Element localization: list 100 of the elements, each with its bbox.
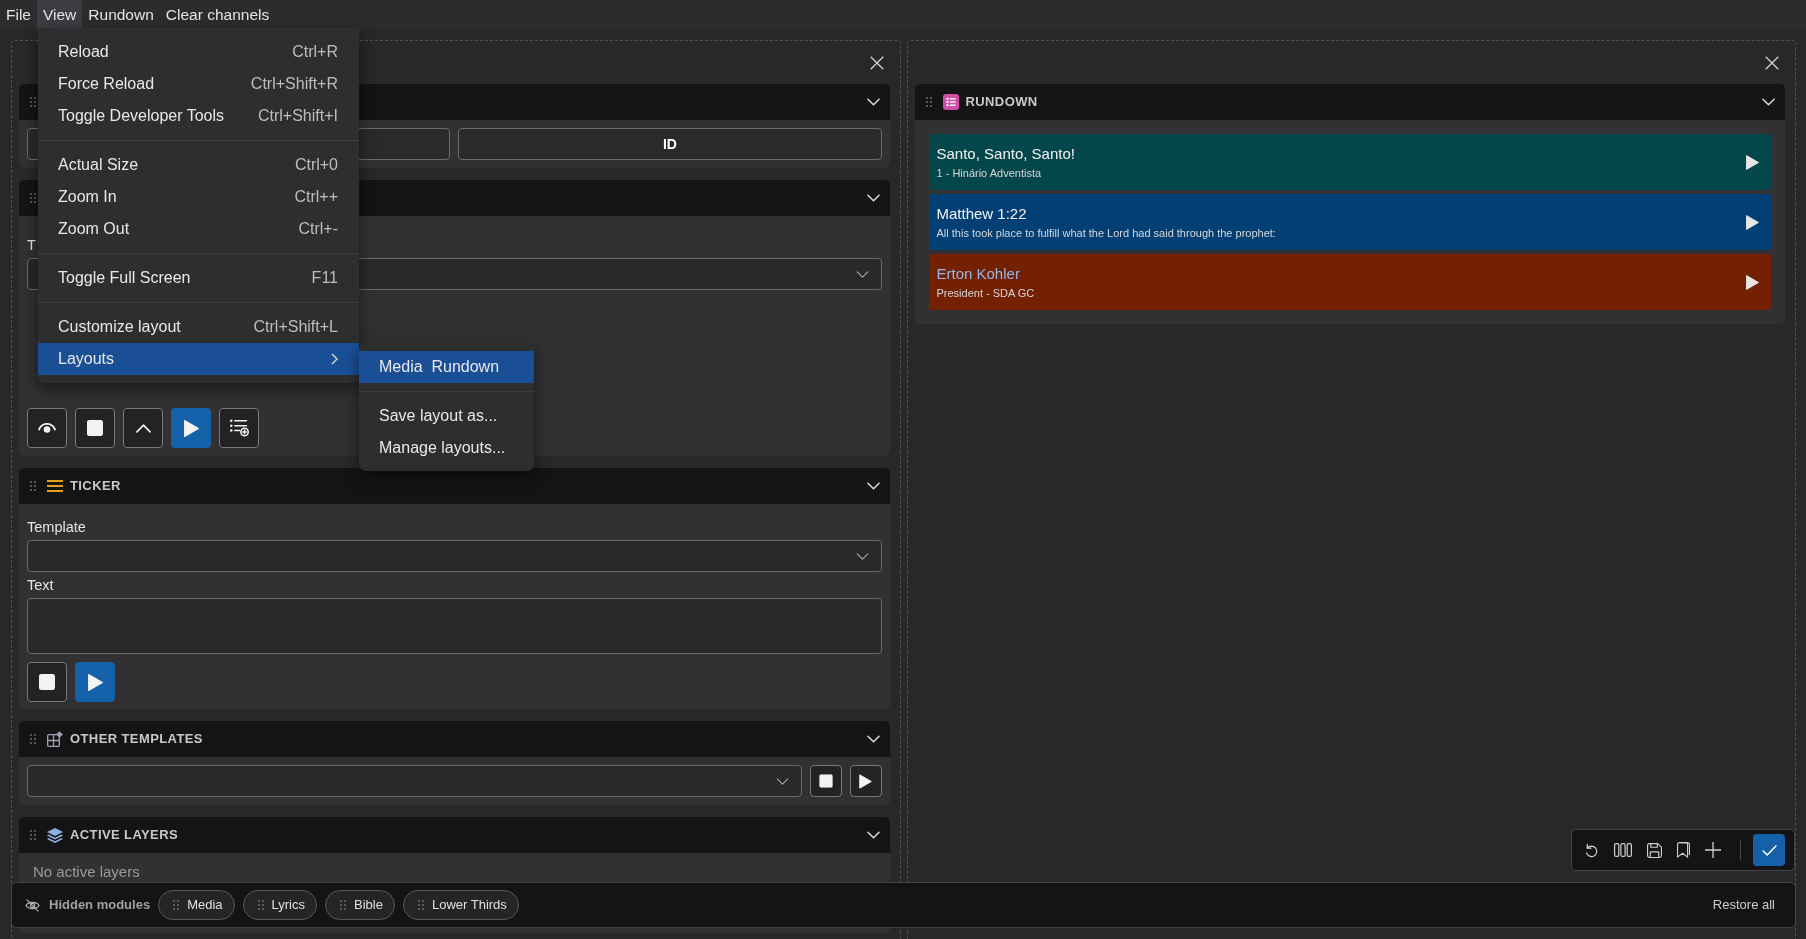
- item-subtitle: All this took place to fulfill what the Lord had said through the prophet:: [936, 226, 1277, 240]
- menu-item[interactable]: Media Rundown: [359, 351, 534, 383]
- menu-bar-item[interactable]: File: [0, 0, 37, 29]
- confirm-button[interactable]: [1753, 834, 1785, 866]
- drag-handle-icon[interactable]: [30, 481, 36, 491]
- shortcut-text: Ctrl++: [293, 187, 338, 207]
- menu-item[interactable]: Force Reload Ctrl+Shift+R: [38, 68, 359, 100]
- module-chip[interactable]: Lyrics: [242, 890, 317, 920]
- module-chip[interactable]: Media: [158, 890, 235, 920]
- module-chip[interactable]: Bible: [325, 890, 395, 920]
- chevron-down-icon[interactable]: [866, 194, 880, 202]
- chevron-down-icon[interactable]: [866, 98, 880, 106]
- shortcut-text: Ctrl+0: [293, 155, 338, 175]
- list-plus-icon: [229, 419, 249, 437]
- dropdown-chevron-icon: [775, 777, 789, 785]
- shortcut-text: Ctrl+R: [291, 42, 338, 62]
- play-icon[interactable]: [1746, 154, 1759, 170]
- close-icon[interactable]: [869, 55, 884, 70]
- check-icon: [1761, 844, 1777, 856]
- stop-icon: [818, 774, 833, 788]
- play-button[interactable]: [849, 765, 882, 797]
- shortcut-text: Ctrl+Shift+I: [256, 106, 338, 126]
- stop-button[interactable]: [809, 765, 842, 797]
- menu-item[interactable]: Toggle Full Screen F11: [38, 262, 359, 294]
- drag-handle-icon[interactable]: [257, 900, 264, 910]
- chevron-up-icon: [135, 423, 151, 433]
- stop-icon: [39, 674, 55, 690]
- eye-icon: [38, 423, 56, 433]
- menu-item[interactable]: Customize layout Ctrl+Shift+L: [38, 311, 359, 343]
- empty-message: No active layers: [32, 863, 141, 881]
- menu-bar-item[interactable]: Clear channels: [159, 0, 276, 29]
- menu-item[interactable]: Layouts: [38, 343, 359, 375]
- shortcut-text: Ctrl+-: [297, 219, 338, 239]
- item-title: Matthew 1:22: [936, 204, 1028, 223]
- drag-handle-icon[interactable]: [925, 97, 932, 107]
- eye-slash-icon: [25, 898, 40, 912]
- chevron-right-icon: [331, 353, 338, 365]
- play-icon[interactable]: [1746, 274, 1759, 290]
- drag-handle-icon[interactable]: [30, 830, 36, 840]
- stop-button[interactable]: [75, 408, 115, 448]
- field-label: Template: [27, 518, 86, 536]
- chevron-down-icon[interactable]: [866, 831, 880, 839]
- rundown-item[interactable]: Matthew 1:22 All this took place to fulfill what the Lord had said through the prophet:: [928, 194, 1771, 250]
- dropdown-chevron-icon: [855, 270, 869, 278]
- rundown-item[interactable]: Erton Kohler President - SDA GC: [928, 254, 1771, 310]
- menu-bar-item[interactable]: Rundown: [82, 0, 160, 29]
- template-select[interactable]: [27, 540, 882, 572]
- drag-handle-icon[interactable]: [417, 900, 424, 910]
- field-label: Text: [27, 576, 54, 594]
- restore-link[interactable]: Restore all: [1712, 895, 1775, 915]
- menu-item[interactable]: Toggle Developer Tools Ctrl+Shift+I: [38, 100, 359, 132]
- menu-item[interactable]: Manage layouts...: [359, 432, 534, 464]
- drag-handle-icon[interactable]: [30, 97, 36, 107]
- shortcut-text: Ctrl+Shift+L: [252, 317, 338, 337]
- drag-handle-icon[interactable]: [30, 734, 36, 744]
- template-select[interactable]: [27, 765, 802, 797]
- play-icon: [87, 673, 103, 691]
- text-field[interactable]: [27, 598, 882, 654]
- channel-button[interactable]: ID: [458, 128, 882, 160]
- section-title: OTHER TEMPLATES: [70, 730, 203, 749]
- up-button[interactable]: [123, 408, 163, 448]
- columns-icon[interactable]: [1614, 843, 1632, 857]
- chevron-down-icon[interactable]: [866, 735, 880, 743]
- drag-handle-icon[interactable]: [340, 900, 346, 910]
- close-icon[interactable]: [1765, 55, 1779, 70]
- add-to-list-button[interactable]: [219, 408, 259, 448]
- section-title: ACTIVE LAYERS: [70, 826, 179, 845]
- stop-button[interactable]: [27, 662, 67, 702]
- bar-title: Hidden modules: [49, 896, 151, 915]
- menu-bar-item[interactable]: View: [37, 0, 83, 29]
- menu-item[interactable]: Zoom Out Ctrl+-: [38, 213, 359, 245]
- chevron-down-icon[interactable]: [1762, 98, 1775, 106]
- shortcut-text: F11: [310, 268, 338, 288]
- layers-icon: [47, 827, 63, 843]
- item-subtitle: 1 - Hinário Adventista: [936, 166, 1043, 180]
- play-icon: [183, 419, 199, 437]
- lines-icon: [47, 480, 63, 492]
- drag-handle-icon[interactable]: [173, 900, 180, 910]
- list-icon: [942, 94, 959, 110]
- menu-item[interactable]: Zoom In Ctrl++: [38, 181, 359, 213]
- item-title: Erton Kohler: [936, 264, 1021, 283]
- add-icon[interactable]: [1705, 842, 1721, 858]
- field-label: T: [27, 236, 36, 254]
- eye-button[interactable]: [27, 408, 67, 448]
- play-icon[interactable]: [1746, 214, 1759, 230]
- undo-icon[interactable]: [1584, 842, 1599, 858]
- save-icon[interactable]: [1647, 842, 1662, 858]
- item-title: Santo, Santo, Santo!: [936, 144, 1076, 163]
- chevron-down-icon[interactable]: [866, 482, 880, 490]
- drag-handle-icon[interactable]: [30, 193, 36, 203]
- rundown-item[interactable]: Santo, Santo, Santo! 1 - Hinário Adventista: [928, 134, 1771, 190]
- grid-diamond-icon: [47, 731, 63, 747]
- dropdown-chevron-icon: [855, 552, 869, 560]
- module-chip[interactable]: Lower Thirds: [402, 890, 519, 920]
- section-title: RUNDOWN: [965, 93, 1038, 112]
- menu-item[interactable]: Actual Size Ctrl+0: [38, 149, 359, 181]
- menu-item[interactable]: Save layout as...: [359, 400, 534, 432]
- item-subtitle: President - SDA GC: [936, 286, 1036, 300]
- bookmark-icon[interactable]: [1677, 842, 1690, 858]
- menu-item[interactable]: Reload Ctrl+R: [38, 36, 359, 68]
